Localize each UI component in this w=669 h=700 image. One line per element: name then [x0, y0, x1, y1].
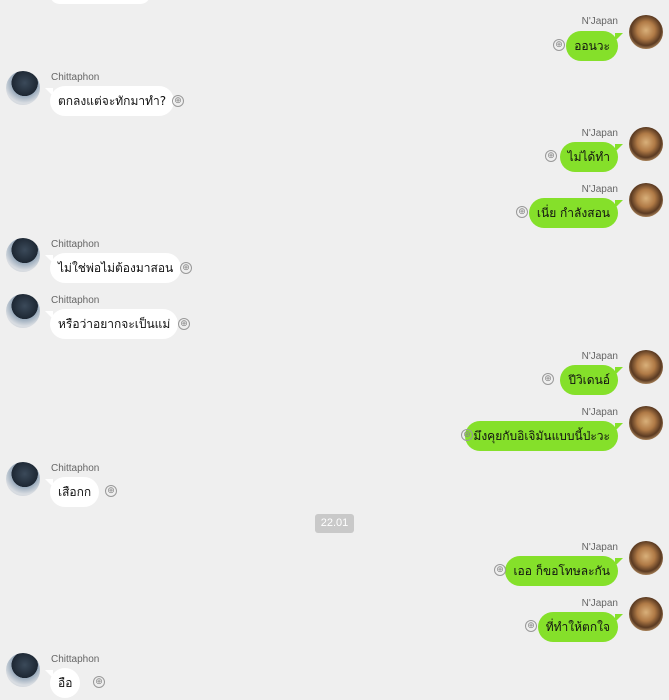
sender-name: N'Japan: [581, 184, 618, 195]
message-bubble[interactable]: ออนวะ: [566, 31, 623, 61]
message-bubble[interactable]: ปีวิเดนอ์: [560, 365, 623, 395]
avatar[interactable]: [6, 462, 40, 496]
message-bubble[interactable]: เสือกก: [44, 477, 100, 507]
time-divider: 22.01: [315, 514, 354, 533]
avatar[interactable]: [629, 406, 663, 440]
avatar[interactable]: [629, 350, 663, 384]
avatar[interactable]: [629, 183, 663, 217]
sender-name: Chittaphon: [51, 72, 100, 83]
message-bubble[interactable]: ไม่ได้ทำ: [559, 142, 624, 172]
add-reaction-icon[interactable]: ⊕: [494, 564, 506, 576]
sender-name: N'Japan: [581, 407, 618, 418]
avatar[interactable]: [629, 127, 663, 161]
message-bubble[interactable]: อือ: [44, 668, 81, 698]
add-reaction-icon[interactable]: ⊕: [172, 95, 184, 107]
previous-message-bubble: [50, 0, 150, 4]
avatar[interactable]: [629, 15, 663, 49]
sender-name: N'Japan: [581, 598, 618, 609]
message-bubble[interactable]: มึงคุยกับอิเจิมันแบบนี้ป่ะวะ: [465, 421, 623, 451]
avatar[interactable]: [6, 294, 40, 328]
sender-name: N'Japan: [581, 351, 618, 362]
add-reaction-icon[interactable]: ⊕: [545, 150, 557, 162]
message-bubble[interactable]: ตกลงแต่จะทักมาทำ?: [44, 86, 175, 116]
add-reaction-icon[interactable]: ⊕: [178, 318, 190, 330]
message-bubble[interactable]: เออ ก็ขอโทษละกัน: [505, 556, 623, 586]
add-reaction-icon[interactable]: ⊕: [461, 429, 473, 441]
sender-name: N'Japan: [581, 128, 618, 139]
avatar[interactable]: [629, 541, 663, 575]
add-reaction-icon[interactable]: ⊕: [105, 485, 117, 497]
add-reaction-icon[interactable]: ⊕: [180, 262, 192, 274]
avatar[interactable]: [6, 238, 40, 272]
add-reaction-icon[interactable]: ⊕: [516, 206, 528, 218]
sender-name: Chittaphon: [51, 463, 100, 474]
add-reaction-icon[interactable]: ⊕: [525, 620, 537, 632]
avatar[interactable]: [6, 71, 40, 105]
add-reaction-icon[interactable]: ⊕: [93, 676, 105, 688]
avatar[interactable]: [629, 597, 663, 631]
message-bubble[interactable]: เนี่ย กำลังสอน: [528, 198, 624, 228]
message-bubble[interactable]: ไม่ใช่พ่อไม่ต้องมาสอน: [44, 253, 182, 283]
sender-name: N'Japan: [581, 16, 618, 27]
add-reaction-icon[interactable]: ⊕: [553, 39, 565, 51]
avatar[interactable]: [6, 653, 40, 687]
sender-name: N'Japan: [581, 542, 618, 553]
message-bubble[interactable]: หรือว่าอยากจะเป็นแม่: [44, 309, 179, 339]
sender-name: Chittaphon: [51, 239, 100, 250]
sender-name: Chittaphon: [51, 295, 100, 306]
sender-name: Chittaphon: [51, 654, 100, 665]
message-bubble[interactable]: ที่ทำให้ตกใจ: [537, 612, 624, 642]
add-reaction-icon[interactable]: ⊕: [542, 373, 554, 385]
